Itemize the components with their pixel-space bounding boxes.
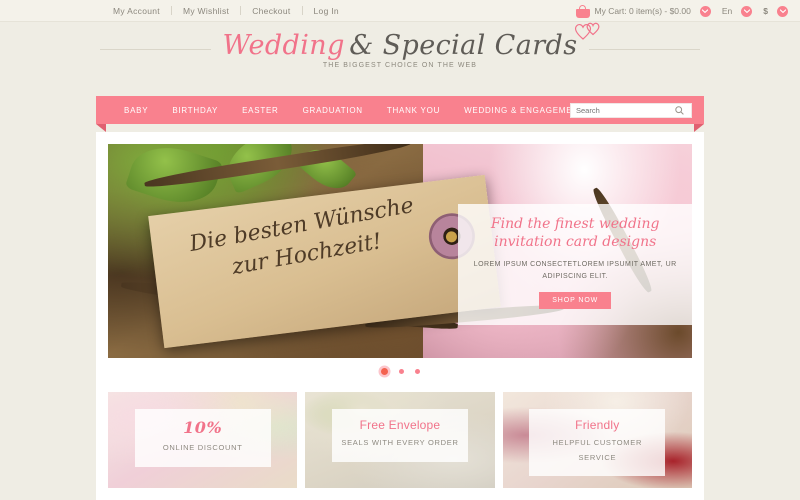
site-header: Wedding & Special Cards THE BIGGEST CHOI… <box>0 22 800 96</box>
logo-row: Wedding & Special Cards THE BIGGEST CHOI… <box>0 22 800 69</box>
hero-carousel-slide[interactable]: Die besten Wünsche zur Hochzeit! Find th… <box>108 144 692 358</box>
search-box <box>570 103 692 118</box>
tile-title: Free Envelope <box>359 418 441 433</box>
nav-item-list: BABY BIRTHDAY EASTER GRADUATION THANK YO… <box>112 106 596 115</box>
nav-item-graduation[interactable]: GRADUATION <box>291 106 375 115</box>
hero-body-text: LOREM IPSUM CONSECTETLOREM IPSUMIT AMET,… <box>473 260 677 280</box>
hero-promo-panel: Find the finest wedding invitation card … <box>458 203 692 325</box>
shop-now-button[interactable]: SHOP NOW <box>539 291 612 309</box>
top-links: My Account My Wishlist Checkout Log In <box>102 6 350 16</box>
logo-tagline: THE BIGGEST CHOICE ON THE WEB <box>322 62 478 69</box>
promo-tile-free-envelope[interactable]: Free Envelope SEALS WITH EVERY ORDER <box>305 392 495 488</box>
nav-item-birthday[interactable]: BIRTHDAY <box>160 106 230 115</box>
shopping-cart-icon[interactable] <box>575 4 590 18</box>
ribbon-fold-left <box>96 124 106 132</box>
logo-word-secondary: & Special Cards <box>349 30 578 61</box>
logo-rule-right <box>589 49 701 50</box>
tile-subtitle: ONLINE DISCOUNT <box>162 443 243 453</box>
promo-tile-discount[interactable]: 10% ONLINE DISCOUNT <box>108 392 298 488</box>
promo-tiles: 10% ONLINE DISCOUNT Free Envelope SEALS … <box>108 392 692 488</box>
top-cart-area: My Cart: 0 item(s) - $0.00 En $ <box>575 0 788 22</box>
top-link-checkout[interactable]: Checkout <box>241 6 301 16</box>
cart-summary-label[interactable]: My Cart: 0 item(s) - $0.00 <box>595 6 691 16</box>
search-button[interactable] <box>671 104 687 117</box>
search-input[interactable] <box>571 104 671 117</box>
carousel-pagination <box>96 368 704 375</box>
logo-word-primary: Wedding <box>222 30 345 61</box>
double-hearts-icon <box>573 21 603 46</box>
promo-tile-customer-service[interactable]: Friendly HELPFUL CUSTOMER SERVICE <box>502 392 692 488</box>
page-root: My Account My Wishlist Checkout Log In M… <box>0 0 800 500</box>
logo-rule-left <box>100 49 211 50</box>
carousel-dot-2[interactable] <box>398 369 404 374</box>
top-utility-bar: My Account My Wishlist Checkout Log In M… <box>0 0 800 22</box>
tile-subtitle: HELPFUL CUSTOMER SERVICE <box>552 438 643 462</box>
top-link-log-in[interactable]: Log In <box>303 6 350 16</box>
ribbon-fold-right <box>694 124 704 132</box>
currency-chevron-down-icon[interactable] <box>777 5 788 17</box>
nav-item-thank-you[interactable]: THANK YOU <box>375 106 452 115</box>
language-label[interactable]: En <box>722 6 732 16</box>
hero-heading: Find the finest wedding invitation card … <box>490 215 660 250</box>
site-logo[interactable]: Wedding & Special Cards THE BIGGEST CHOI… <box>217 22 600 69</box>
tile-title: Friendly <box>575 418 620 433</box>
carousel-dot-3[interactable] <box>414 369 420 374</box>
tile-label: 10% ONLINE DISCOUNT <box>134 409 271 467</box>
tile-label: Free Envelope SEALS WITH EVERY ORDER <box>331 409 469 462</box>
content-panel: Die besten Wünsche zur Hochzeit! Find th… <box>96 132 704 500</box>
top-link-my-account[interactable]: My Account <box>102 6 171 16</box>
language-chevron-down-icon[interactable] <box>741 5 753 17</box>
main-navigation-zone: BABY BIRTHDAY EASTER GRADUATION THANK YO… <box>0 96 800 132</box>
nav-item-baby[interactable]: BABY <box>112 106 160 115</box>
search-icon <box>674 103 684 118</box>
cart-chevron-down-icon[interactable] <box>699 5 711 17</box>
tile-title: 10% <box>183 418 223 438</box>
tile-subtitle: SEALS WITH EVERY ORDER <box>341 438 459 448</box>
currency-label[interactable]: $ <box>763 6 768 16</box>
carousel-dot-1[interactable] <box>380 368 388 375</box>
nav-item-easter[interactable]: EASTER <box>230 106 291 115</box>
tile-label: Friendly HELPFUL CUSTOMER SERVICE <box>529 409 666 476</box>
top-link-my-wishlist[interactable]: My Wishlist <box>172 6 240 16</box>
